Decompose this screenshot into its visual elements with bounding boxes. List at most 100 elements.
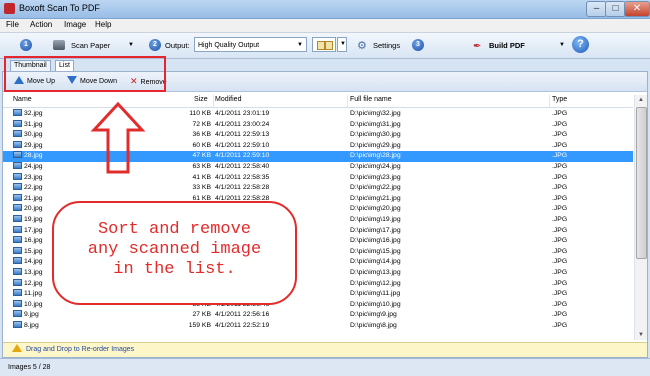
warning-icon bbox=[12, 344, 22, 352]
cell-type: .JPG bbox=[552, 258, 568, 266]
annotation-arrow-icon bbox=[90, 102, 146, 174]
cell-full-file-name: D:\pic\img\19.jpg bbox=[350, 215, 401, 223]
file-name: 11.jpg bbox=[24, 290, 43, 298]
scrollbar-thumb[interactable] bbox=[636, 107, 647, 259]
scanner-icon bbox=[53, 40, 65, 50]
column-name[interactable]: Name bbox=[13, 96, 32, 103]
cell-modified: 4/1/2011 22:58:28 bbox=[215, 184, 270, 192]
status-text: Images 5 / 28 bbox=[8, 364, 51, 371]
file-name: 24.jpg bbox=[24, 162, 43, 170]
cell-modified: 4/1/2011 22:58:40 bbox=[215, 162, 270, 170]
output-select[interactable]: High Quality Output ▼ bbox=[194, 37, 307, 52]
cell-full-file-name: D:\pic\img\17.jpg bbox=[350, 226, 401, 234]
cell-type: .JPG bbox=[552, 184, 568, 192]
file-name: 22.jpg bbox=[24, 184, 43, 192]
table-row[interactable]: 9.jpg 27 KB 4/1/2011 22:56:16 D:\pic\img\9.… bbox=[3, 310, 633, 321]
app-icon bbox=[4, 3, 15, 14]
file-name: 20.jpg bbox=[24, 205, 43, 213]
image-file-icon bbox=[13, 214, 22, 222]
image-file-icon bbox=[13, 151, 22, 159]
hint-text: Drag and Drop to Re-order Images bbox=[26, 346, 135, 353]
image-file-icon bbox=[13, 140, 22, 148]
cell-modified: 4/1/2011 23:01:19 bbox=[215, 110, 270, 117]
image-file-icon bbox=[13, 257, 22, 265]
cell-type: .JPG bbox=[552, 311, 568, 319]
status-bar: Images 5 / 28 bbox=[0, 358, 650, 376]
cell-full-file-name: D:\pic\img\12.jpg bbox=[350, 279, 401, 287]
scan-paper-button[interactable]: Scan Paper ▼ bbox=[50, 36, 140, 55]
column-type[interactable]: Type bbox=[552, 96, 567, 103]
cell-type: .JPG bbox=[552, 215, 568, 223]
cell-type: .JPG bbox=[552, 152, 568, 160]
hint-bar: Drag and Drop to Re-order Images bbox=[3, 342, 647, 357]
view-mode-button[interactable] bbox=[312, 37, 336, 52]
page-icon bbox=[325, 41, 333, 50]
column-divider[interactable] bbox=[549, 95, 550, 107]
menu-bar: File Action Image Help bbox=[0, 19, 650, 33]
cell-size: 72 KB bbox=[192, 120, 211, 128]
cell-size: 33 KB bbox=[192, 184, 211, 192]
column-divider[interactable] bbox=[213, 95, 214, 107]
cell-modified: 4/1/2011 22:52:19 bbox=[215, 321, 270, 329]
cell-type: .JPG bbox=[552, 194, 568, 202]
image-file-icon bbox=[13, 204, 22, 212]
image-file-icon bbox=[13, 161, 22, 169]
image-file-icon bbox=[13, 267, 22, 275]
output-value: High Quality Output bbox=[198, 42, 260, 49]
cell-size: 159 KB bbox=[188, 321, 211, 329]
menu-file[interactable]: File bbox=[6, 20, 19, 29]
cell-size: 47 KB bbox=[192, 152, 211, 160]
column-divider[interactable] bbox=[347, 95, 348, 107]
cell-modified: 4/1/2011 22:59:10 bbox=[215, 141, 270, 149]
cell-full-file-name: D:\pic\img\21.jpg bbox=[350, 194, 401, 202]
settings-button[interactable]: ⚙ Settings bbox=[355, 36, 407, 55]
file-name: 17.jpg bbox=[24, 226, 43, 234]
file-name: 31.jpg bbox=[24, 120, 43, 128]
cell-name: 22.jpg bbox=[13, 183, 163, 194]
cell-type: .JPG bbox=[552, 321, 568, 329]
help-icon[interactable]: ? bbox=[572, 36, 589, 53]
table-row[interactable]: 8.jpg 159 KB 4/1/2011 22:52:19 D:\pic\img\8… bbox=[3, 320, 633, 332]
image-file-icon bbox=[13, 119, 22, 127]
cell-type: .JPG bbox=[552, 279, 568, 287]
cell-full-file-name: D:\pic\img\11.jpg bbox=[350, 290, 401, 298]
cell-type: .JPG bbox=[552, 110, 568, 117]
cell-full-file-name: D:\pic\img\8.jpg bbox=[350, 321, 397, 329]
column-modified[interactable]: Modified bbox=[215, 96, 241, 103]
minimize-button[interactable]: – bbox=[586, 1, 607, 17]
image-file-icon bbox=[13, 246, 22, 254]
cell-type: .JPG bbox=[552, 162, 568, 170]
cell-type: .JPG bbox=[552, 300, 568, 308]
cell-full-file-name: D:\pic\img\14.jpg bbox=[350, 258, 401, 266]
build-pdf-button[interactable]: ✒ Build PDF ▼ bbox=[470, 36, 572, 55]
view-mode-dropdown[interactable]: ▼ bbox=[337, 37, 347, 52]
scroll-up-icon[interactable]: ▲ bbox=[635, 95, 647, 105]
cell-full-file-name: D:\pic\img\31.jpg bbox=[350, 120, 401, 128]
gear-icon: ⚙ bbox=[357, 40, 367, 52]
maximize-button[interactable]: □ bbox=[605, 1, 626, 17]
callout-line: in the list. bbox=[113, 260, 236, 279]
cell-full-file-name: D:\pic\img\23.jpg bbox=[350, 173, 401, 181]
image-file-icon bbox=[13, 278, 22, 286]
image-file-icon bbox=[13, 109, 22, 116]
output-label: Output: bbox=[165, 41, 190, 50]
menu-action[interactable]: Action bbox=[30, 20, 52, 29]
cell-type: .JPG bbox=[552, 131, 568, 139]
file-name: 29.jpg bbox=[24, 141, 43, 149]
column-size[interactable]: Size bbox=[194, 96, 208, 103]
cell-full-file-name: D:\pic\img\10.jpg bbox=[350, 300, 401, 308]
cell-full-file-name: D:\pic\img\28.jpg bbox=[350, 152, 401, 160]
close-button[interactable]: ✕ bbox=[624, 1, 650, 17]
table-row[interactable]: 22.jpg 33 KB 4/1/2011 22:58:28 D:\pic\img\2… bbox=[3, 183, 633, 194]
image-file-icon bbox=[13, 236, 22, 244]
column-full-file-name[interactable]: Full file name bbox=[350, 96, 392, 103]
menu-image[interactable]: Image bbox=[64, 20, 86, 29]
chevron-down-icon: ▼ bbox=[559, 42, 565, 48]
cell-modified: 4/1/2011 22:56:16 bbox=[215, 311, 270, 319]
cell-size: 41 KB bbox=[192, 173, 211, 181]
menu-help[interactable]: Help bbox=[95, 20, 111, 29]
vertical-scrollbar[interactable]: ▲ ▼ bbox=[634, 95, 647, 340]
settings-label: Settings bbox=[373, 41, 401, 50]
cell-type: .JPG bbox=[552, 268, 568, 276]
scroll-down-icon[interactable]: ▼ bbox=[635, 330, 647, 340]
